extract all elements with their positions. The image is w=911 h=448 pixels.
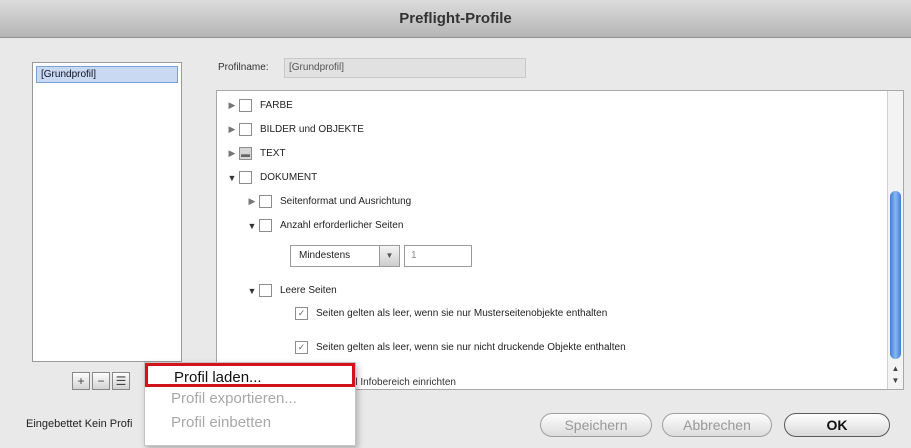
- tree-label: Anzahl erforderlicher Seiten: [280, 220, 404, 231]
- disclosure-right-icon[interactable]: ▶: [245, 196, 259, 207]
- menu-item-profil-einbetten[interactable]: Profil einbetten: [145, 411, 355, 435]
- menu-item-profil-exportieren[interactable]: Profil exportieren...: [145, 387, 355, 411]
- option-label: Seiten gelten als leer, wenn sie nur Mus…: [316, 308, 608, 319]
- settings-panel: ▶ FARBE ▶ BILDER und OBJEKTE ▶ ▬ TEXT ▼ …: [216, 90, 904, 390]
- profile-name-field[interactable]: [Grundprofil]: [284, 58, 526, 78]
- tree-label: Leere Seiten: [280, 285, 337, 296]
- mindestens-dropdown[interactable]: Mindestens ▼: [290, 245, 400, 267]
- disclosure-down-icon[interactable]: ▼: [245, 286, 259, 296]
- tree-row-seitenformat[interactable]: ▶ Seitenformat und Ausrichtung: [245, 195, 411, 208]
- checkbox[interactable]: [259, 284, 272, 297]
- checked-checkbox[interactable]: ✓: [295, 341, 308, 354]
- disclosure-down-icon[interactable]: ▼: [225, 173, 239, 183]
- list-buttons: + − ☰: [72, 372, 130, 390]
- page-count-field[interactable]: 1: [404, 245, 472, 267]
- profile-menu-button[interactable]: ☰: [112, 372, 130, 390]
- disclosure-right-icon[interactable]: ▶: [225, 124, 239, 135]
- tree-label: DOKUMENT: [260, 172, 318, 183]
- scrollbar[interactable]: ▲ ▼: [887, 91, 903, 389]
- chevron-down-icon[interactable]: ▼: [379, 246, 399, 266]
- profile-name-label: Profilname:: [218, 62, 269, 73]
- window-title: Preflight-Profile: [0, 0, 911, 38]
- disclosure-right-icon[interactable]: ▶: [225, 148, 239, 159]
- menu-item-profil-laden[interactable]: Profil laden...: [145, 363, 355, 387]
- checkbox[interactable]: [259, 219, 272, 232]
- tree-row-text[interactable]: ▶ ▬ TEXT: [225, 147, 286, 160]
- tree-row-dokument[interactable]: ▼ DOKUMENT: [225, 171, 317, 184]
- profile-list-item[interactable]: [Grundprofil]: [36, 66, 178, 83]
- add-profile-button[interactable]: +: [72, 372, 90, 390]
- embedded-status: Eingebettet Kein Profi: [26, 418, 133, 430]
- tree-label: FARBE: [260, 100, 293, 111]
- profile-context-menu: Profil laden... Profil exportieren... Pr…: [144, 362, 356, 446]
- checkbox[interactable]: [239, 99, 252, 112]
- option-musterseiten[interactable]: ✓ Seiten gelten als leer, wenn sie nur M…: [295, 307, 607, 320]
- checked-checkbox[interactable]: ✓: [295, 307, 308, 320]
- save-button[interactable]: Speichern: [540, 413, 652, 437]
- tree-row-anzahl[interactable]: ▼ Anzahl erforderlicher Seiten: [245, 219, 403, 232]
- tree-label: TEXT: [260, 148, 286, 159]
- scroll-up-icon[interactable]: ▲: [888, 363, 903, 375]
- dropdown-value: Mindestens: [299, 250, 351, 261]
- checkbox[interactable]: [239, 123, 252, 136]
- disclosure-right-icon[interactable]: ▶: [225, 100, 239, 111]
- tree-label: Seitenformat und Ausrichtung: [280, 196, 412, 207]
- mixed-checkbox[interactable]: ▬: [239, 147, 252, 160]
- tree-row-bilder[interactable]: ▶ BILDER und OBJEKTE: [225, 123, 364, 136]
- remove-profile-button[interactable]: −: [92, 372, 110, 390]
- scroll-thumb[interactable]: [890, 191, 901, 359]
- partial-tree-row: d Infobereich einrichten: [352, 377, 456, 388]
- option-label: Seiten gelten als leer, wenn sie nur nic…: [316, 342, 626, 353]
- option-nicht-druckende[interactable]: ✓ Seiten gelten als leer, wenn sie nur n…: [295, 341, 626, 354]
- disclosure-down-icon[interactable]: ▼: [245, 221, 259, 231]
- tree-row-leere-seiten[interactable]: ▼ Leere Seiten: [245, 284, 337, 297]
- ok-button[interactable]: OK: [784, 413, 890, 437]
- tree-label: BILDER und OBJEKTE: [260, 124, 364, 135]
- cancel-button[interactable]: Abbrechen: [662, 413, 772, 437]
- scroll-down-icon[interactable]: ▼: [888, 375, 903, 387]
- profile-list[interactable]: [Grundprofil]: [32, 62, 182, 362]
- tree-row-farbe[interactable]: ▶ FARBE: [225, 99, 293, 112]
- checkbox[interactable]: [259, 195, 272, 208]
- checkbox[interactable]: [239, 171, 252, 184]
